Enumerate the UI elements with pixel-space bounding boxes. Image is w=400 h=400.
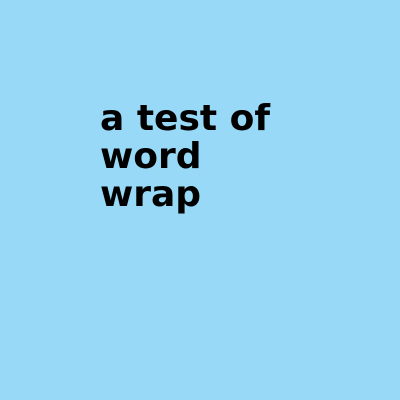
- word-wrap-text: a test of word wrap: [100, 98, 271, 215]
- canvas-background: a test of word wrap: [0, 0, 400, 400]
